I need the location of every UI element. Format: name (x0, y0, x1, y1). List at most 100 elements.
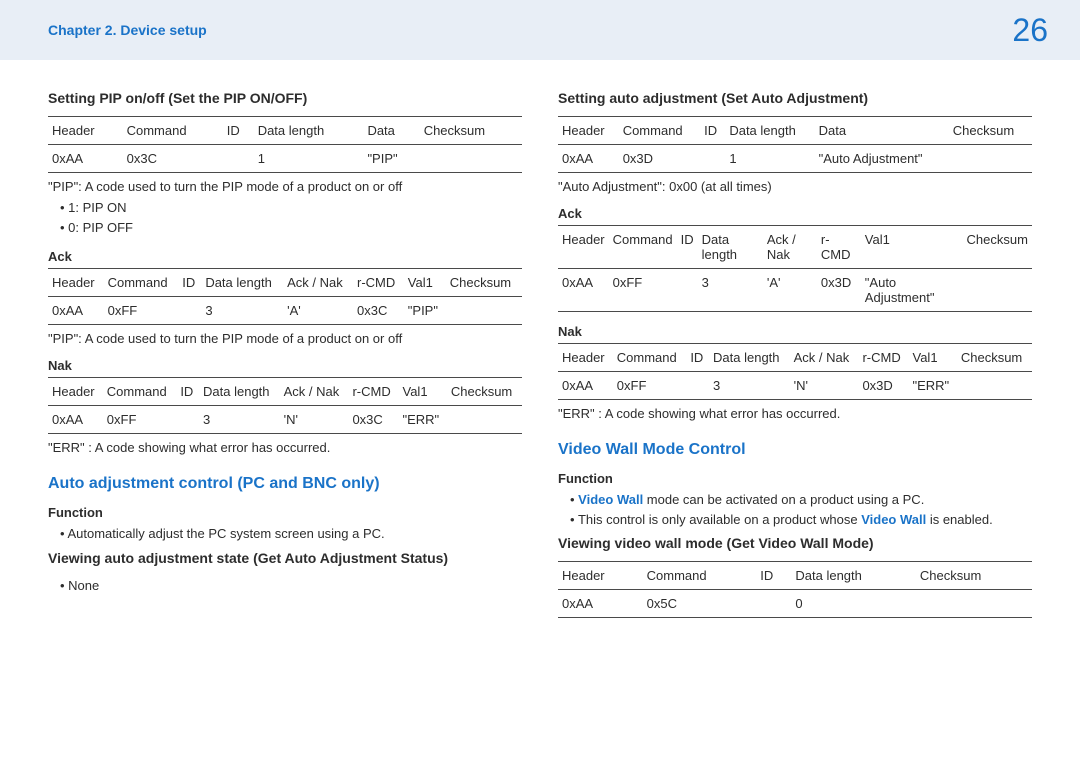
th: Header (48, 117, 123, 145)
th: ID (686, 344, 709, 372)
blue-term: Video Wall (861, 512, 926, 527)
td (700, 145, 725, 173)
list-item: None (60, 576, 522, 596)
th: Data (363, 117, 419, 145)
td: 0x3D (858, 372, 908, 400)
th: Data length (254, 117, 364, 145)
td: 3 (199, 406, 280, 434)
th: r-CMD (817, 226, 861, 269)
th: Val1 (909, 344, 957, 372)
td: 3 (201, 297, 283, 325)
text: This control is only available on a prod… (578, 512, 861, 527)
td: 0xAA (558, 590, 643, 618)
td: 'A' (763, 269, 817, 312)
th: Data length (199, 378, 280, 406)
note-text: "PIP": A code used to turn the PIP mode … (48, 331, 522, 346)
section-heading: Setting auto adjustment (Set Auto Adjust… (558, 90, 1032, 106)
td: 0 (791, 590, 916, 618)
th: r-CMD (858, 344, 908, 372)
th: r-CMD (348, 378, 398, 406)
note-text: "PIP": A code used to turn the PIP mode … (48, 179, 522, 194)
th: ID (756, 562, 791, 590)
note-text: "ERR" : A code showing what error has oc… (48, 440, 522, 455)
function-heading: Function (48, 505, 522, 520)
td: "Auto Adjustment" (861, 269, 963, 312)
td (756, 590, 791, 618)
chapter-title: Chapter 2. Device setup (48, 22, 207, 38)
th: Data length (201, 269, 283, 297)
function-heading: Function (558, 471, 1032, 486)
td (447, 406, 522, 434)
td: 0xFF (613, 372, 687, 400)
list-item: 1: PIP ON (60, 198, 522, 218)
td: 3 (709, 372, 790, 400)
list-item: Automatically adjust the PC system scree… (60, 524, 522, 544)
pip-ack-table: Header Command ID Data length Ack / Nak … (48, 268, 522, 325)
td: 0x5C (643, 590, 757, 618)
left-column: Setting PIP on/off (Set the PIP ON/OFF) … (48, 84, 522, 624)
section-heading: Viewing video wall mode (Get Video Wall … (558, 535, 1032, 551)
td: 'A' (283, 297, 353, 325)
page-number: 26 (1012, 12, 1048, 49)
td (176, 406, 199, 434)
th: Ack / Nak (763, 226, 817, 269)
td: "ERR" (909, 372, 957, 400)
th: Data length (791, 562, 916, 590)
th: Command (613, 344, 687, 372)
th: Command (104, 269, 179, 297)
note-text: "ERR" : A code showing what error has oc… (558, 406, 1032, 421)
bullet-list: None (48, 576, 522, 596)
th: Ack / Nak (280, 378, 349, 406)
td: 0x3C (348, 406, 398, 434)
th: Checksum (916, 562, 1032, 590)
td: 0x3C (123, 145, 223, 173)
auto-adj-ack-table: Header Command ID Data length Ack / Nak … (558, 225, 1032, 312)
th: Val1 (404, 269, 446, 297)
th: r-CMD (353, 269, 404, 297)
list-item: This control is only available on a prod… (570, 510, 1032, 530)
auto-adj-nak-table: Header Command ID Data length Ack / Nak … (558, 343, 1032, 400)
ack-heading: Ack (558, 206, 1032, 221)
td (223, 145, 254, 173)
th: ID (677, 226, 698, 269)
td: 0xFF (609, 269, 677, 312)
th: Checksum (420, 117, 522, 145)
section-heading-blue: Auto adjustment control (PC and BNC only… (48, 475, 522, 493)
td (916, 590, 1032, 618)
td: "ERR" (399, 406, 447, 434)
th: ID (223, 117, 254, 145)
td: "PIP" (363, 145, 419, 173)
video-wall-get-table: Header Command ID Data length Checksum 0… (558, 561, 1032, 618)
th: Ack / Nak (790, 344, 859, 372)
auto-adj-set-table: Header Command ID Data length Data Check… (558, 116, 1032, 173)
th: Header (558, 226, 609, 269)
td: 0x3C (353, 297, 404, 325)
th: Data length (698, 226, 763, 269)
th: Header (48, 378, 103, 406)
td: 0xAA (558, 269, 609, 312)
td: 0xAA (48, 145, 123, 173)
th: Command (609, 226, 677, 269)
th: Command (123, 117, 223, 145)
td: 3 (698, 269, 763, 312)
td: "Auto Adjustment" (815, 145, 949, 173)
bullet-list: Video Wall mode can be activated on a pr… (558, 490, 1032, 529)
nak-heading: Nak (558, 324, 1032, 339)
page-header: Chapter 2. Device setup 26 (0, 0, 1080, 60)
text: is enabled. (926, 512, 993, 527)
list-item: 0: PIP OFF (60, 218, 522, 238)
td (686, 372, 709, 400)
th: ID (700, 117, 725, 145)
list-item: Video Wall mode can be activated on a pr… (570, 490, 1032, 510)
th: Checksum (949, 117, 1032, 145)
right-column: Setting auto adjustment (Set Auto Adjust… (558, 84, 1032, 624)
td (420, 145, 522, 173)
section-heading: Viewing auto adjustment state (Get Auto … (48, 550, 522, 566)
pip-nak-table: Header Command ID Data length Ack / Nak … (48, 377, 522, 434)
td: 1 (254, 145, 364, 173)
bullet-list: 1: PIP ON 0: PIP OFF (48, 198, 522, 237)
bullet-list: Automatically adjust the PC system scree… (48, 524, 522, 544)
td: 'N' (790, 372, 859, 400)
th: Command (643, 562, 757, 590)
td (677, 269, 698, 312)
